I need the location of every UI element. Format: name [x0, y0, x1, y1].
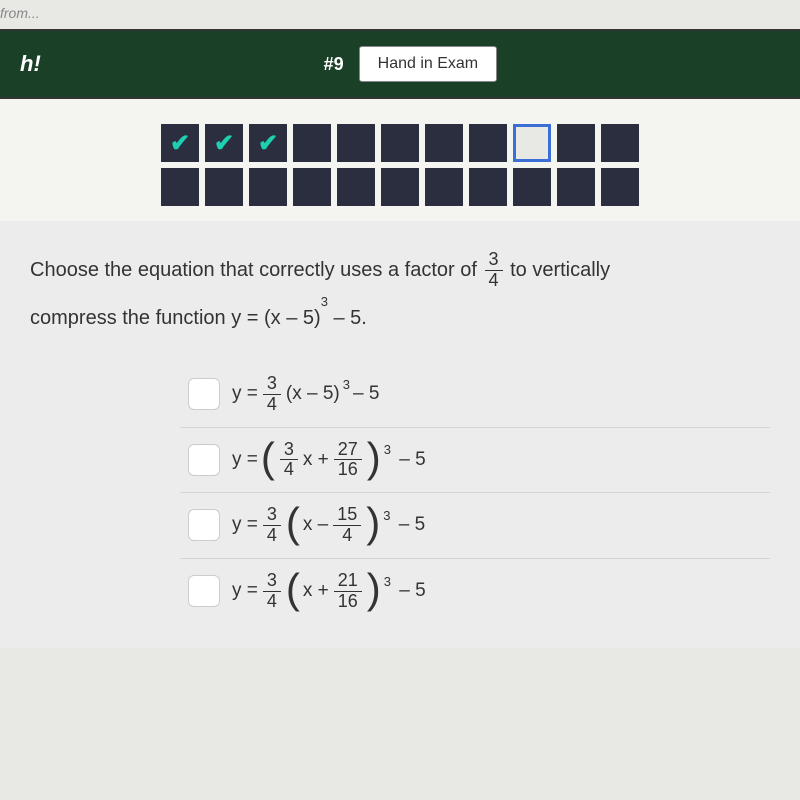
fraction: 34: [263, 505, 281, 546]
question-part1: Choose the equation that correctly uses …: [30, 259, 477, 281]
header-left-label: h!: [20, 51, 41, 77]
question-part2: to vertically: [510, 259, 610, 281]
choice-row: y =34(x – 5)3– 5: [180, 362, 770, 428]
choice-equation: y =34(x – 5)3– 5: [232, 374, 379, 415]
progress-box[interactable]: [249, 168, 287, 206]
progress-grid: [0, 99, 800, 221]
progress-box[interactable]: [601, 168, 639, 206]
choice-checkbox[interactable]: [188, 509, 220, 541]
hand-in-exam-button[interactable]: Hand in Exam: [359, 46, 498, 82]
progress-box[interactable]: [381, 124, 419, 162]
progress-box[interactable]: [205, 124, 243, 162]
top-text-fragment: from...: [0, 0, 800, 29]
progress-box[interactable]: [161, 168, 199, 206]
choice-checkbox[interactable]: [188, 575, 220, 607]
fraction: 34: [263, 571, 281, 612]
progress-box[interactable]: [337, 124, 375, 162]
progress-box[interactable]: [513, 124, 551, 162]
exam-header: h! #9 Hand in Exam: [0, 29, 800, 99]
choice-row: y =34(x –154)3 – 5: [180, 493, 770, 559]
progress-box[interactable]: [425, 168, 463, 206]
question-number: #9: [324, 54, 344, 75]
progress-box[interactable]: [469, 124, 507, 162]
progress-row-1: [161, 124, 639, 162]
fraction: 34: [280, 440, 298, 481]
progress-box[interactable]: [161, 124, 199, 162]
progress-box[interactable]: [469, 168, 507, 206]
question-part3: compress the function y = (x – 5): [30, 307, 321, 329]
progress-box[interactable]: [293, 124, 331, 162]
choice-checkbox[interactable]: [188, 444, 220, 476]
choice-checkbox[interactable]: [188, 378, 220, 410]
progress-box[interactable]: [337, 168, 375, 206]
question-area: Choose the equation that correctly uses …: [0, 221, 800, 648]
choice-equation: y =34(x –154)3 – 5: [232, 505, 425, 546]
progress-box[interactable]: [513, 168, 551, 206]
progress-box[interactable]: [205, 168, 243, 206]
choices-list: y =34(x – 5)3– 5 y =(34x +2716)3 – 5 y =…: [180, 362, 770, 623]
progress-box[interactable]: [557, 168, 595, 206]
choice-equation: y =34(x +2116)3 – 5: [232, 571, 426, 612]
progress-row-2: [161, 168, 639, 206]
choice-row: y =34(x +2116)3 – 5: [180, 559, 770, 624]
progress-box[interactable]: [557, 124, 595, 162]
question-text: Choose the equation that correctly uses …: [30, 246, 770, 342]
progress-box[interactable]: [425, 124, 463, 162]
progress-box[interactable]: [381, 168, 419, 206]
fraction: 154: [333, 505, 361, 546]
choice-equation: y =(34x +2716)3 – 5: [232, 440, 426, 481]
progress-box[interactable]: [293, 168, 331, 206]
fraction: 34: [263, 374, 281, 415]
progress-box[interactable]: [249, 124, 287, 162]
progress-box[interactable]: [601, 124, 639, 162]
choice-row: y =(34x +2716)3 – 5: [180, 428, 770, 494]
fraction: 2116: [334, 571, 362, 612]
fraction: 2716: [334, 440, 362, 481]
factor-fraction: 3 4: [485, 250, 503, 291]
